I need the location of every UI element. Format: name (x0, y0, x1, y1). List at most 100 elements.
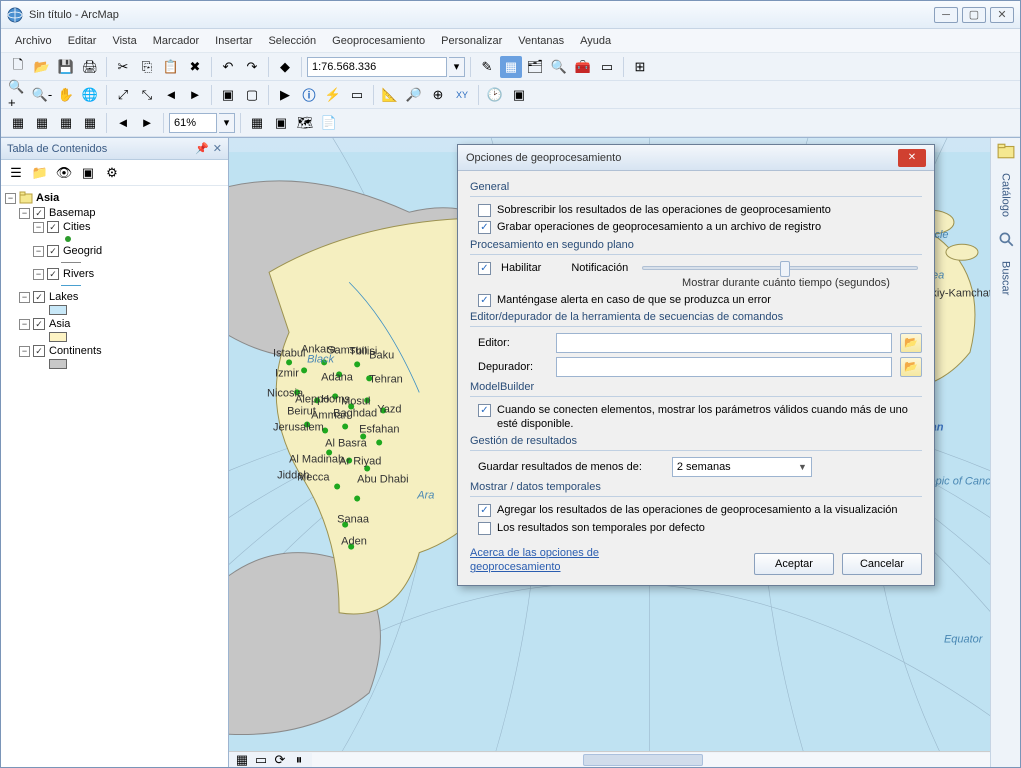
toc-pin-icon[interactable]: 📌 (195, 142, 209, 155)
cancel-button[interactable]: Cancelar (842, 553, 922, 575)
editor-browse-button[interactable]: 📂 (900, 333, 922, 353)
model-builder-button[interactable]: ⊞ (629, 56, 651, 78)
data-view-button[interactable]: ▦ (233, 753, 251, 767)
change-layout-button[interactable]: 🗺 (294, 112, 316, 134)
clear-selection-button[interactable]: ▢ (241, 84, 263, 106)
search-tab[interactable]: Buscar (996, 254, 1016, 302)
expand-icon[interactable]: − (33, 246, 44, 257)
search-rail-icon[interactable] (997, 230, 1015, 248)
forward-button[interactable]: ► (184, 84, 206, 106)
layer-checkbox[interactable]: ✓ (33, 345, 45, 357)
menu-personalizar[interactable]: Personalizar (433, 32, 510, 50)
toc-root[interactable]: Asia (36, 192, 59, 204)
expand-icon[interactable]: − (33, 222, 44, 233)
hyperlink-button[interactable]: ⚡ (322, 84, 344, 106)
toc-options[interactable]: ⚙ (101, 162, 123, 184)
select-features-button[interactable]: ▣ (217, 84, 239, 106)
stay-alert-checkbox[interactable]: ✓ (478, 294, 491, 307)
select-elements-button[interactable]: ▶ (274, 84, 296, 106)
mb-checkbox[interactable]: ✓ (478, 404, 491, 417)
python-window-button[interactable]: ▭ (596, 56, 618, 78)
find-route-button[interactable]: ⊕ (427, 84, 449, 106)
paste-button[interactable]: 📋 (160, 56, 182, 78)
about-link[interactable]: Acerca de las opciones de geoprocesamien… (470, 546, 630, 575)
identify-button[interactable]: ⓘ (298, 84, 320, 106)
dialog-close-button[interactable]: ✕ (898, 149, 926, 167)
fixed-zoom-in-icon[interactable]: ⤢ (112, 84, 134, 106)
focus-data-frame-button[interactable]: ▣ (270, 112, 292, 134)
layer-continents[interactable]: Continents (49, 345, 102, 357)
debugger-browse-button[interactable]: 📂 (900, 357, 922, 377)
add-data-button[interactable]: ◆ (274, 56, 296, 78)
layer-asia[interactable]: Asia (49, 318, 70, 330)
notification-slider[interactable] (642, 266, 918, 270)
layout-zoom-input[interactable]: 61% (169, 113, 217, 133)
menu-seleccion[interactable]: Selección (260, 32, 324, 50)
expand-icon[interactable]: − (19, 346, 30, 357)
cut-button[interactable]: ✂ (112, 56, 134, 78)
close-button[interactable]: ✕ (990, 7, 1014, 23)
catalog-icon[interactable] (997, 142, 1015, 160)
toc-list-by-drawing-order[interactable]: ☰ (5, 162, 27, 184)
layer-checkbox[interactable]: ✓ (33, 207, 45, 219)
copy-button[interactable]: ⎘ (136, 56, 158, 78)
menu-insertar[interactable]: Insertar (207, 32, 260, 50)
delete-button[interactable]: ✖ (184, 56, 206, 78)
layout-tool-2[interactable]: ▦ (31, 112, 53, 134)
layer-geogrid[interactable]: Geogrid (63, 245, 102, 257)
ok-button[interactable]: Aceptar (754, 553, 834, 575)
expand-icon[interactable]: − (19, 319, 30, 330)
expand-icon[interactable]: − (5, 193, 16, 204)
scale-dropdown[interactable]: ▾ (449, 57, 465, 77)
keep-results-dropdown[interactable]: 2 semanas▼ (672, 457, 812, 477)
menu-archivo[interactable]: Archivo (7, 32, 60, 50)
menu-ayuda[interactable]: Ayuda (572, 32, 619, 50)
layer-checkbox[interactable]: ✓ (47, 245, 59, 257)
overwrite-checkbox[interactable] (478, 204, 491, 217)
layer-checkbox[interactable]: ✓ (47, 268, 59, 280)
time-slider-button[interactable]: 🕑 (484, 84, 506, 106)
menu-editar[interactable]: Editar (60, 32, 105, 50)
menu-ventanas[interactable]: Ventanas (510, 32, 572, 50)
search-window-button[interactable]: 🔍 (548, 56, 570, 78)
save-button[interactable]: 💾 (55, 56, 77, 78)
data-driven-pages-button[interactable]: 📄 (318, 112, 340, 134)
layout-tool-1[interactable]: ▦ (7, 112, 29, 134)
layer-checkbox[interactable]: ✓ (33, 318, 45, 330)
toggle-draft-button[interactable]: ▦ (246, 112, 268, 134)
catalog-tab[interactable]: Catálogo (996, 166, 1016, 224)
layout-tool-3[interactable]: ▦ (55, 112, 77, 134)
scrollbar-thumb[interactable] (583, 754, 703, 766)
menu-geoprocesamiento[interactable]: Geoprocesamiento (324, 32, 433, 50)
full-extent-button[interactable]: 🌐 (79, 84, 101, 106)
debugger-input[interactable] (556, 357, 892, 377)
layout-back-button[interactable]: ◄ (112, 112, 134, 134)
menu-marcador[interactable]: Marcador (145, 32, 207, 50)
catalog-window-button[interactable]: 🗂 (524, 56, 546, 78)
enable-background-checkbox[interactable]: ✓ (478, 262, 491, 275)
go-to-xy-button[interactable]: XY (451, 84, 473, 106)
new-button[interactable]: 🗋 (7, 56, 29, 78)
toc-list-by-selection[interactable]: ▣ (77, 162, 99, 184)
redo-button[interactable]: ↷ (241, 56, 263, 78)
pause-drawing-button[interactable]: ⏸ (290, 753, 308, 767)
horizontal-scrollbar[interactable]: ▦ ▭ ⟳ ⏸ (229, 751, 990, 767)
layer-lakes[interactable]: Lakes (49, 291, 78, 303)
log-checkbox[interactable]: ✓ (478, 221, 491, 234)
toc-button[interactable]: ▦ (500, 56, 522, 78)
viewer-window-button[interactable]: ▣ (508, 84, 530, 106)
expand-icon[interactable]: − (19, 292, 30, 303)
zoom-out-button[interactable]: 🔍- (31, 84, 53, 106)
refresh-button[interactable]: ⟳ (271, 753, 289, 767)
layer-cities[interactable]: Cities (63, 221, 91, 233)
layer-checkbox[interactable]: ✓ (47, 221, 59, 233)
layer-basemap[interactable]: Basemap (49, 207, 95, 219)
menu-vista[interactable]: Vista (104, 32, 144, 50)
layout-forward-button[interactable]: ► (136, 112, 158, 134)
fixed-zoom-out-icon[interactable]: ⤡ (136, 84, 158, 106)
toc-list-by-visibility[interactable]: 👁 (53, 162, 75, 184)
editor-input[interactable] (556, 333, 892, 353)
layout-view-button[interactable]: ▭ (252, 753, 270, 767)
layout-tool-4[interactable]: ▦ (79, 112, 101, 134)
toc-list-by-source[interactable]: 📁 (29, 162, 51, 184)
